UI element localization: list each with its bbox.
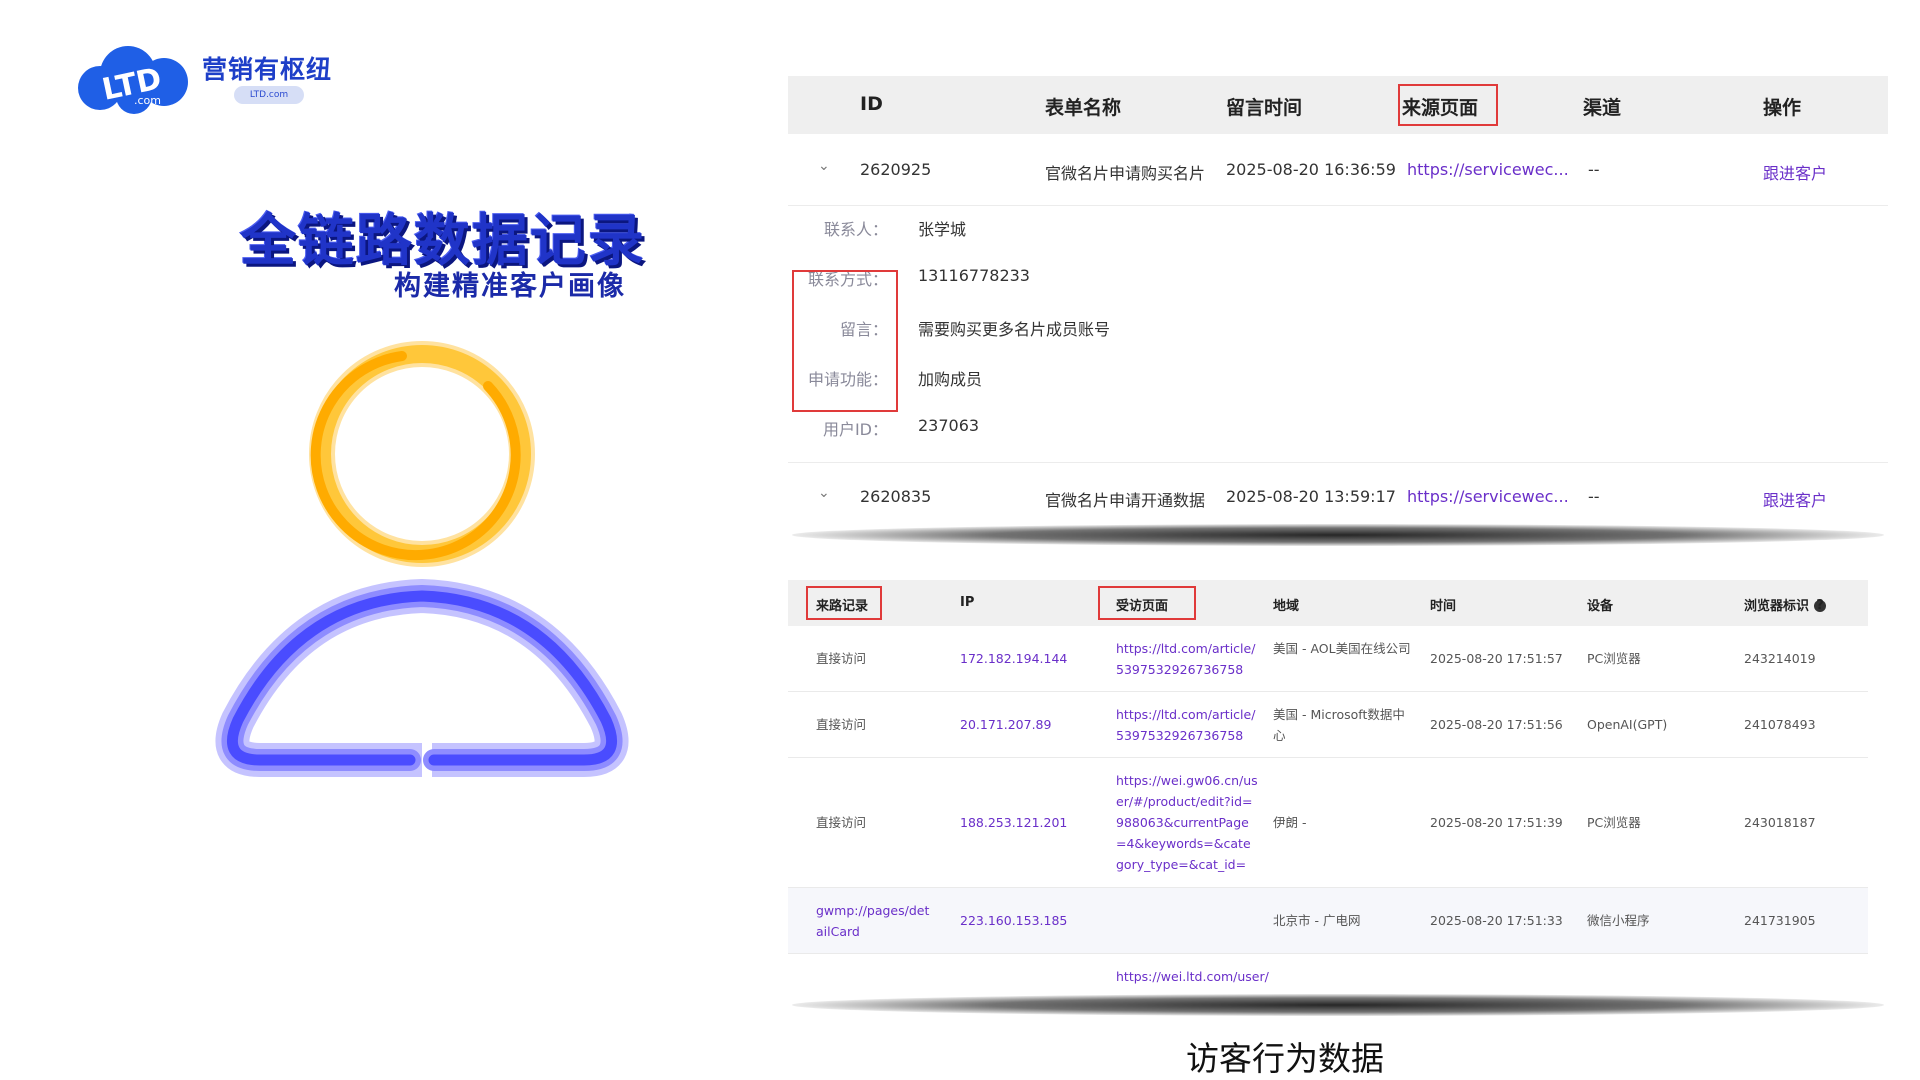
- row-time: 2025-08-20 16:36:59: [1226, 160, 1396, 179]
- cloud-logo-icon: LTD .com: [78, 46, 188, 114]
- cell-browser-id: 243214019: [1744, 651, 1816, 666]
- detail-value: 13116778233: [918, 266, 1030, 285]
- row-id: 2620835: [860, 487, 932, 506]
- cell-time: 2025-08-20 17:51:56: [1430, 717, 1563, 732]
- cell-page-link[interactable]: https://wei.gw06.cn/user/#/product/edit?…: [1116, 770, 1258, 875]
- col-time: 留言时间: [1226, 97, 1303, 119]
- cell-device: PC浏览器: [1587, 815, 1641, 830]
- table-row[interactable]: 直接访问 172.182.194.144 https://ltd.com/art…: [788, 626, 1868, 692]
- row-source-link[interactable]: https://servicewec...: [1407, 160, 1569, 179]
- slide: LTD .com 营销有枢纽 LTD.com 全链路数据记录 构建精准客户画像 …: [0, 0, 1920, 1080]
- cell-ip[interactable]: 172.182.194.144: [960, 648, 1067, 669]
- logo-mark-sub: .com: [134, 94, 161, 107]
- table-row[interactable]: 直接访问 20.171.207.89 https://ltd.com/artic…: [788, 692, 1868, 758]
- detail-label: 用户ID：: [822, 420, 888, 439]
- cell-page-link[interactable]: https://wei.ltd.com/user/: [1116, 966, 1269, 987]
- panel-shadow: [792, 994, 1884, 1016]
- cell-referrer: 直接访问: [816, 651, 867, 666]
- cell-browser-id: 241078493: [1744, 717, 1816, 732]
- row-form: 官微名片申请开通数据: [1045, 491, 1206, 510]
- cell-referrer: 直接访问: [816, 815, 867, 830]
- table-row[interactable]: gwmp://pages/detailCard 223.160.153.185 …: [788, 888, 1868, 954]
- cell-time: 2025-08-20 17:51:57: [1430, 651, 1563, 666]
- user-profile-icon: [215, 341, 629, 777]
- col-channel: 渠道: [1583, 97, 1622, 119]
- table-row[interactable]: https://wei.ltd.com/user/: [788, 954, 1868, 992]
- cell-referrer: 直接访问: [816, 717, 867, 732]
- col-form: 表单名称: [1045, 97, 1122, 119]
- visits-table: 来路记录 IP 受访页面 地域 时间 设备 浏览器标识? 直接访问 172.18…: [788, 580, 1868, 992]
- col-browser-id: 浏览器标识?: [1744, 595, 1827, 614]
- row-source-link[interactable]: https://servicewec...: [1407, 487, 1569, 506]
- highlight-box: [806, 586, 882, 620]
- cell-time: 2025-08-20 17:51:33: [1430, 913, 1563, 928]
- question-icon[interactable]: ?: [1814, 599, 1827, 612]
- brand-logo: LTD .com 营销有枢纽 LTD.com: [72, 44, 342, 114]
- detail-value: 需要购买更多名片成员账号: [918, 320, 1111, 339]
- row-channel: --: [1588, 487, 1600, 506]
- follow-up-link[interactable]: 跟进客户: [1763, 160, 1827, 184]
- detail-value: 张学城: [918, 220, 967, 239]
- row-time: 2025-08-20 13:59:17: [1226, 487, 1396, 506]
- subheadline: 构建精准客户画像: [394, 271, 626, 302]
- follow-up-link[interactable]: 跟进客户: [1763, 487, 1827, 511]
- row-form: 官微名片申请购买名片: [1045, 164, 1206, 183]
- cell-browser-id: 243018187: [1744, 815, 1816, 830]
- row-id: 2620925: [860, 160, 932, 179]
- col-device: 设备: [1587, 599, 1614, 614]
- brand-name: 营销有枢纽: [202, 55, 333, 84]
- highlight-box: [792, 270, 898, 412]
- cell-region: 美国 - Microsoft数据中心: [1273, 707, 1405, 743]
- cell-page-link[interactable]: https://ltd.com/article/5397532926736758: [1116, 704, 1258, 746]
- caption: 访客行为数据: [1186, 1039, 1384, 1078]
- brand-domain: LTD.com: [234, 86, 304, 104]
- cell-device: 微信小程序: [1587, 913, 1650, 928]
- cell-browser-id: 241731905: [1744, 913, 1816, 928]
- cell-ip[interactable]: 20.171.207.89: [960, 714, 1051, 735]
- col-ip: IP: [960, 595, 975, 610]
- col-browser-id-label: 浏览器标识: [1744, 599, 1810, 614]
- leads-table: ID 表单名称 留言时间 来源页面 渠道 操作 ⌄ 2620925 官微名片申请…: [788, 76, 1888, 522]
- row-channel: --: [1588, 160, 1600, 179]
- table-row[interactable]: ⌄ 2620925 官微名片申请购买名片 2025-08-20 16:36:59…: [788, 136, 1888, 206]
- visits-table-header: 来路记录 IP 受访页面 地域 时间 设备 浏览器标识?: [788, 580, 1868, 626]
- cell-ip[interactable]: 188.253.121.201: [960, 812, 1067, 833]
- col-action: 操作: [1763, 97, 1802, 119]
- detail-value: 237063: [918, 416, 980, 435]
- chevron-down-icon[interactable]: ⌄: [818, 158, 830, 174]
- highlight-box: [1098, 586, 1196, 620]
- cell-region: 北京市 - 广电网: [1273, 913, 1361, 928]
- leads-table-header: ID 表单名称 留言时间 来源页面 渠道 操作: [788, 76, 1888, 134]
- chevron-down-icon[interactable]: ⌄: [818, 485, 830, 501]
- cell-ip[interactable]: 223.160.153.185: [960, 910, 1067, 931]
- detail-label: 联系人：: [823, 220, 888, 239]
- col-region: 地域: [1273, 599, 1300, 614]
- table-row[interactable]: 直接访问 188.253.121.201 https://wei.gw06.cn…: [788, 758, 1868, 888]
- cell-region: 美国 - AOL美国在线公司: [1273, 641, 1411, 656]
- panel-shadow: [792, 524, 1884, 546]
- cell-referrer-link[interactable]: gwmp://pages/detailCard: [816, 900, 936, 942]
- col-id: ID: [860, 93, 883, 115]
- detail-value: 加购成员: [918, 370, 983, 389]
- cell-device: PC浏览器: [1587, 651, 1641, 666]
- cell-device: OpenAI(GPT): [1587, 717, 1668, 732]
- table-row[interactable]: ⌄ 2620835 官微名片申请开通数据 2025-08-20 13:59:17…: [788, 462, 1888, 522]
- cell-time: 2025-08-20 17:51:39: [1430, 815, 1563, 830]
- cell-page-link[interactable]: https://ltd.com/article/5397532926736758: [1116, 638, 1258, 680]
- col-time: 时间: [1430, 599, 1457, 614]
- highlight-box: [1398, 84, 1498, 126]
- cell-region: 伊朗 -: [1273, 815, 1307, 830]
